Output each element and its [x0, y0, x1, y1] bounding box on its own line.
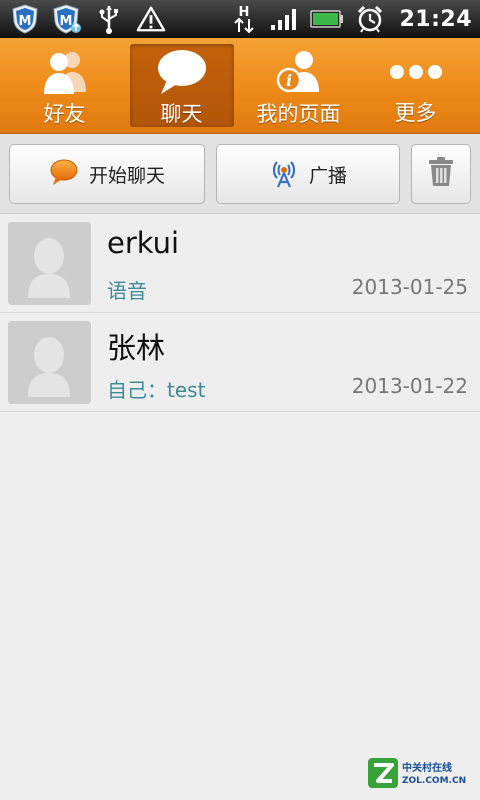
zol-logo-icon: [368, 758, 398, 792]
svg-text:H: H: [239, 5, 250, 20]
tab-more[interactable]: 更多: [364, 44, 468, 127]
shield-m-upload-icon: M: [52, 3, 82, 35]
signal-icon: [269, 3, 299, 35]
main-tab-bar: 好友 聊天 i 我的页面 更多: [0, 38, 480, 134]
tab-chat[interactable]: 聊天: [129, 44, 234, 127]
contact-name: 张林: [107, 331, 166, 365]
svg-text:M: M: [60, 14, 73, 29]
friends-icon: [37, 48, 93, 96]
battery-icon: [309, 3, 345, 35]
shield-m-icon: M: [10, 3, 40, 35]
start-chat-label: 开始聊天: [88, 164, 165, 187]
more-dots-icon: [388, 48, 444, 95]
tab-chat-label: 聊天: [160, 102, 203, 126]
orange-chat-bubble-icon: [49, 158, 79, 191]
broadcast-antenna-icon: [269, 156, 299, 193]
clock-time: 21:24: [399, 6, 472, 32]
notification-icons: M M: [10, 3, 166, 35]
last-message: 语音: [107, 279, 147, 303]
chat-toolbar: 开始聊天 广播: [0, 134, 480, 214]
trash-icon: [428, 156, 454, 192]
status-bar: M M H 21:24: [0, 0, 480, 38]
contact-name: erkui: [107, 226, 180, 260]
chat-list-item[interactable]: 张林 自己：test 2013-01-22: [0, 313, 480, 412]
usb-icon: [94, 3, 124, 35]
alarm-icon: [355, 3, 385, 35]
tab-my-page[interactable]: i 我的页面: [247, 44, 351, 127]
tab-friends-label: 好友: [43, 102, 86, 126]
zol-watermark: 中关村在线 ZOL.COM.CN: [368, 758, 466, 792]
start-chat-button[interactable]: 开始聊天: [9, 144, 205, 204]
chat-bubble-icon: [154, 48, 210, 96]
message-date: 2013-01-22: [351, 374, 468, 398]
message-date: 2013-01-25: [351, 275, 468, 299]
watermark-cn: 中关村在线: [402, 763, 452, 774]
warning-icon: [136, 3, 166, 35]
svg-text:i: i: [285, 71, 291, 90]
last-message: 自己：test: [107, 378, 206, 402]
svg-text:M: M: [19, 14, 32, 29]
tab-my-page-label: 我的页面: [256, 102, 341, 126]
system-icons: H 21:24: [229, 3, 472, 35]
h-data-icon: H: [229, 3, 259, 35]
delete-button[interactable]: [411, 144, 471, 204]
my-page-icon: i: [271, 48, 327, 96]
tab-more-label: 更多: [394, 101, 437, 125]
tab-friends[interactable]: 好友: [13, 44, 117, 127]
avatar-placeholder-icon: [8, 321, 91, 404]
avatar-placeholder-icon: [8, 222, 91, 305]
watermark-en: ZOL.COM.CN: [402, 776, 467, 786]
chat-list-item[interactable]: erkui 语音 2013-01-25: [0, 214, 480, 313]
broadcast-button[interactable]: 广播: [216, 144, 400, 204]
broadcast-label: 广播: [308, 164, 347, 187]
chat-list: erkui 语音 2013-01-25 张林 自己：test 2013-01-2…: [0, 214, 480, 412]
